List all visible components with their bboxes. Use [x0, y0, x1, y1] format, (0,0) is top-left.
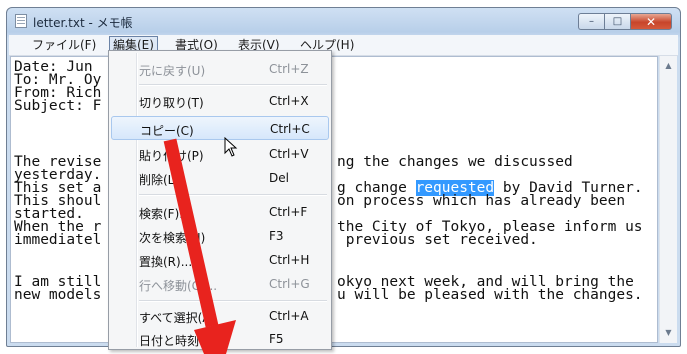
red-annotation-arrow-icon: [163, 138, 236, 354]
arrow-head: [194, 320, 236, 354]
mouse-pointer-icon: [224, 137, 238, 157]
arrow-shaft: [163, 138, 219, 328]
